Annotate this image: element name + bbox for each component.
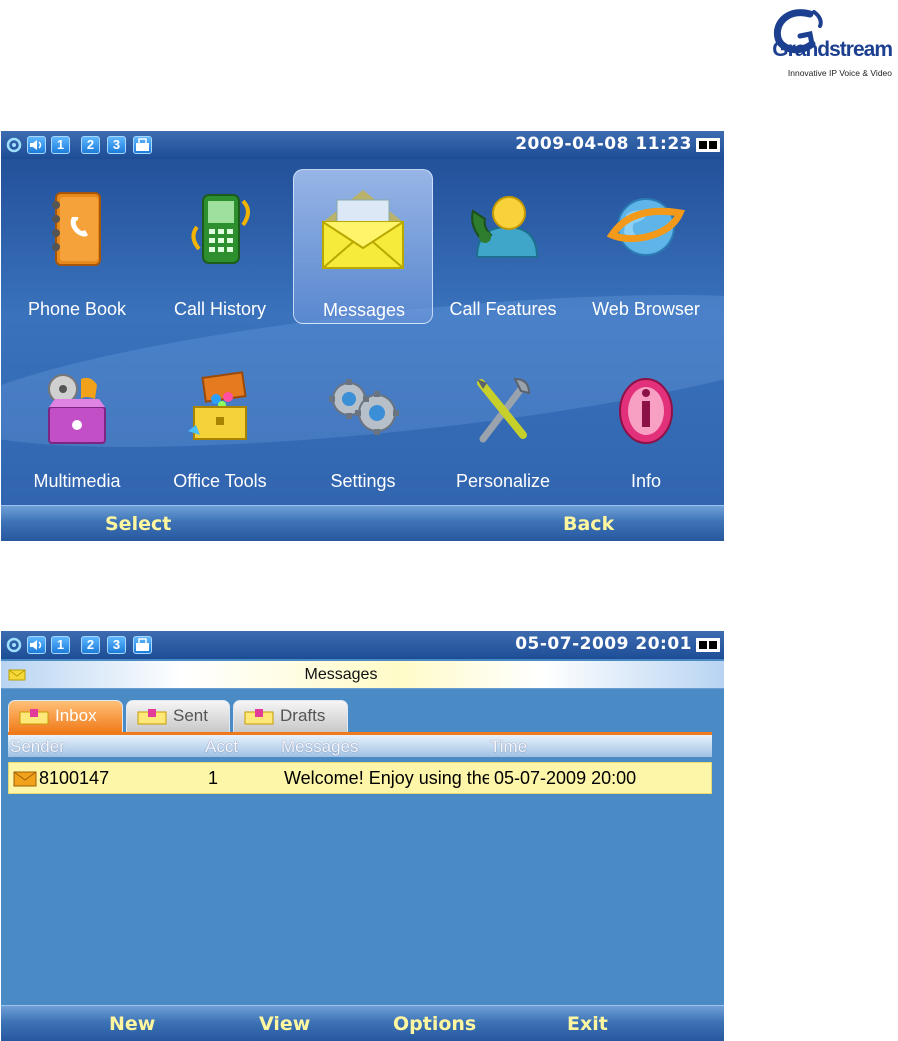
main-menu-screen: 1 2 3 2009-04-08 11:23 Phone Book Call H… — [1, 131, 724, 541]
menu-item-personalize[interactable]: Personalize — [433, 363, 573, 498]
status-bar: 1 2 3 05-07-2009 20:01 — [1, 631, 724, 659]
column-header-time: Time — [490, 737, 528, 756]
title-bar: Messages — [1, 661, 724, 689]
status-datetime: 05-07-2009 20:01 — [515, 634, 692, 654]
line-key-2[interactable]: 2 — [81, 136, 100, 154]
menu-label: Office Tools — [173, 471, 267, 491]
softkey-view[interactable]: View — [259, 1013, 310, 1035]
info-icon — [619, 378, 673, 444]
menu-item-call-history[interactable]: Call History — [150, 171, 290, 326]
line-key-1[interactable]: 1 — [51, 136, 70, 154]
status-datetime: 2009-04-08 11:23 — [515, 134, 692, 154]
logo-word: Grandstream — [772, 38, 893, 61]
softkey-new[interactable]: New — [109, 1013, 155, 1035]
grandstream-logo: Grandstream Innovative IP Voice & Video — [762, 8, 893, 82]
softkey-back[interactable]: Back — [563, 513, 614, 535]
line-key-2[interactable]: 2 — [81, 636, 100, 654]
sent-icon — [137, 709, 167, 725]
menu-item-call-features[interactable]: Call Features — [433, 171, 573, 326]
menu-label: Multimedia — [33, 471, 121, 491]
softkey-exit[interactable]: Exit — [567, 1013, 608, 1035]
softkey-bar: Select Back — [1, 505, 724, 541]
menu-label: Web Browser — [592, 299, 700, 319]
menu-label: Call Features — [449, 299, 557, 319]
softkey-options[interactable]: Options — [393, 1013, 476, 1035]
menu-item-info[interactable]: Info — [576, 363, 716, 498]
call-history-icon — [191, 194, 250, 264]
speaker-icon — [27, 636, 46, 654]
message-waiting-icon — [133, 636, 152, 654]
cell-acct: 1 — [208, 768, 219, 788]
phone-book-icon — [52, 192, 101, 266]
battery-icon — [696, 638, 720, 652]
speaker-icon — [27, 136, 46, 154]
cell-message: Welcome! Enjoy using the — [284, 768, 489, 788]
tools-icon — [477, 377, 531, 443]
tab-drafts[interactable]: Drafts — [233, 700, 348, 733]
column-header-messages: Messages — [281, 737, 359, 756]
status-bar: 1 2 3 2009-04-08 11:23 — [1, 131, 724, 159]
menu-item-web-browser[interactable]: Web Browser — [576, 171, 716, 326]
menu-label: Personalize — [455, 471, 551, 491]
column-header-acct: Acct — [205, 737, 239, 756]
menu-item-office-tools[interactable]: Office Tools — [150, 363, 290, 498]
tab-label: Sent — [173, 706, 208, 725]
cell-sender: 8100147 — [39, 768, 110, 788]
column-header-sender: Sender — [10, 737, 65, 756]
unread-message-icon — [13, 771, 37, 787]
tab-inbox[interactable]: Inbox — [8, 700, 123, 733]
web-browser-icon — [606, 198, 686, 256]
softkey-select[interactable]: Select — [105, 513, 171, 535]
network-status-icon — [5, 136, 24, 154]
gears-icon — [329, 379, 399, 435]
menu-item-settings[interactable]: Settings — [293, 363, 433, 498]
line-key-3[interactable]: 3 — [107, 136, 126, 154]
line-key-3[interactable]: 3 — [107, 636, 126, 654]
call-features-icon — [471, 196, 539, 258]
page-title: Messages — [304, 666, 378, 683]
softkey-bar: New View Options Exit — [1, 1005, 724, 1041]
line-key-1[interactable]: 1 — [51, 636, 70, 654]
tab-label: Drafts — [280, 706, 326, 725]
menu-label: Settings — [330, 471, 396, 491]
cell-time: 05-07-2009 20:00 — [494, 768, 637, 788]
multimedia-icon — [48, 374, 106, 444]
message-waiting-icon — [133, 136, 152, 154]
inbox-icon — [19, 709, 49, 725]
logo-tagline: Innovative IP Voice & Video — [787, 68, 892, 78]
menu-item-messages[interactable]: Messages — [293, 169, 433, 324]
menu-item-phone-book[interactable]: Phone Book — [7, 171, 147, 326]
drafts-icon — [244, 709, 274, 725]
table-row[interactable]: 8100147 1 Welcome! Enjoy using the 05-07… — [8, 762, 712, 794]
tab-sent[interactable]: Sent — [126, 700, 230, 733]
tab-label: Inbox — [55, 706, 97, 725]
envelope-icon — [322, 190, 404, 269]
network-status-icon — [5, 636, 24, 654]
menu-label: Info — [630, 471, 662, 491]
menu-label: Messages — [322, 300, 406, 320]
toolbox-icon — [188, 371, 247, 440]
battery-icon — [696, 138, 720, 152]
table-header: Sender Acct Messages Time — [8, 735, 712, 757]
menu-item-multimedia[interactable]: Multimedia — [7, 363, 147, 498]
messages-screen: 1 2 3 05-07-2009 20:01 Messages Inbox Se… — [1, 631, 724, 1041]
menu-label: Phone Book — [27, 299, 127, 319]
menu-label: Call History — [173, 299, 266, 319]
